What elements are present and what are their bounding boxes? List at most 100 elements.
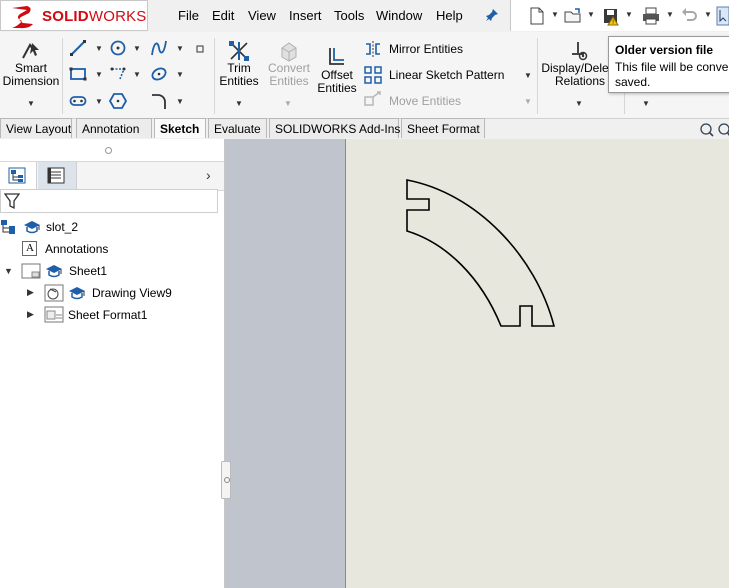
smart-dimension-button[interactable]: Smart Dimension	[2, 62, 60, 88]
slot-icon[interactable]	[69, 92, 87, 110]
quick-access-toolbar: ▼ ▼ ! ▼ ▼ ▼	[510, 0, 729, 31]
menu-tools[interactable]: Tools	[334, 8, 364, 23]
drawing-tree-icon	[1, 220, 15, 234]
move-entities-button: Move Entities	[389, 94, 462, 108]
chevron-right-icon[interactable]: ▶	[27, 309, 34, 320]
chevron-right-icon[interactable]: ›	[206, 167, 211, 183]
line-icon[interactable]	[69, 39, 87, 57]
chevron-down-icon[interactable]: ▼	[176, 97, 184, 106]
relations-icon[interactable]	[568, 40, 590, 62]
panel-splitter-handle[interactable]	[105, 147, 112, 154]
chevron-down-icon[interactable]: ▼	[95, 97, 103, 106]
chevron-down-icon[interactable]: ▼	[625, 10, 633, 19]
chevron-down-icon[interactable]: ▼	[704, 10, 712, 19]
fillet-icon[interactable]	[150, 92, 168, 110]
chevron-down-icon[interactable]: ▼	[587, 10, 595, 19]
linear-sketch-pattern-button[interactable]: Linear Sketch Pattern	[389, 68, 504, 82]
chevron-down-icon[interactable]: ▼	[666, 10, 674, 19]
drawing-view-status-icon	[69, 287, 85, 300]
command-manager-tabs: View Layout Annotation Sketch Evaluate S…	[0, 118, 729, 139]
tab-sheet-format[interactable]: Sheet Format	[401, 118, 485, 138]
older-version-tooltip: Older version file This file will be con…	[608, 36, 729, 93]
zoom-icon[interactable]	[698, 123, 729, 137]
trim-entities-button[interactable]: Trim Entities	[214, 62, 264, 88]
menu-file[interactable]: File	[178, 8, 199, 23]
chevron-down-icon[interactable]: ▼	[642, 99, 650, 108]
filter-icon[interactable]	[4, 193, 20, 210]
tab-view-layout[interactable]: View Layout	[0, 118, 72, 138]
graphics-area-background	[225, 139, 345, 588]
smart-dimension-icon[interactable]	[20, 40, 42, 62]
chevron-down-icon[interactable]: ▼	[176, 70, 184, 79]
chevron-down-icon[interactable]: ▼	[133, 44, 141, 53]
menu-insert[interactable]: Insert	[289, 8, 322, 23]
sheet-active-icon	[46, 265, 62, 278]
open-folder-icon[interactable]	[563, 6, 583, 26]
tree-sheet-format[interactable]: Sheet Format1	[68, 308, 147, 322]
tree-annotations[interactable]: Annotations	[45, 242, 108, 256]
tab-feature-tree[interactable]	[0, 162, 37, 189]
feature-tree-icon	[8, 167, 26, 184]
rectangle-icon[interactable]	[69, 65, 87, 83]
panel-collapse-handle[interactable]	[221, 461, 231, 499]
new-document-icon[interactable]	[527, 6, 547, 26]
tree-root[interactable]: slot_2	[46, 220, 78, 234]
filter-bar[interactable]	[0, 189, 218, 213]
solidworks-logo[interactable]: SOLIDWORKS	[0, 0, 148, 31]
select-icon[interactable]	[716, 6, 729, 26]
ellipse-icon[interactable]	[150, 65, 168, 83]
offset-entities-button[interactable]: Offset Entities	[313, 69, 361, 95]
tooltip-title: Older version file	[615, 43, 714, 57]
sheet-icon	[21, 263, 41, 279]
chevron-down-icon[interactable]: ▼	[551, 10, 559, 19]
undo-icon[interactable]	[679, 6, 699, 26]
menu-window[interactable]: Window	[376, 8, 422, 23]
print-icon[interactable]	[641, 6, 661, 26]
expand-triangle-icon[interactable]: ▼	[4, 266, 13, 276]
save-warning-icon[interactable]: !	[601, 6, 621, 26]
hexagon-icon[interactable]	[109, 92, 127, 110]
tab-sketch[interactable]: Sketch	[154, 118, 206, 138]
property-manager-icon	[47, 167, 65, 184]
mirror-entities-icon[interactable]	[364, 40, 382, 58]
chevron-right-icon[interactable]: ▶	[27, 287, 34, 298]
drawing-view-icon	[44, 284, 64, 302]
drawing-sheet[interactable]	[345, 123, 729, 588]
chevron-down-icon: ▼	[524, 97, 532, 106]
circle-icon[interactable]	[109, 39, 127, 57]
tab-property-manager[interactable]	[38, 162, 77, 189]
chevron-down-icon[interactable]: ▼	[95, 70, 103, 79]
chevron-down-icon[interactable]: ▼	[133, 70, 141, 79]
chevron-down-icon[interactable]: ▼	[95, 44, 103, 53]
menu-view[interactable]: View	[248, 8, 276, 23]
spline-icon[interactable]	[150, 39, 168, 57]
offset-entities-icon[interactable]	[326, 46, 348, 68]
polygon-arc-icon[interactable]	[109, 65, 127, 83]
mirror-entities-button[interactable]: Mirror Entities	[389, 42, 463, 56]
ribbon-divider	[537, 38, 538, 114]
convert-entities-button: Convert Entities	[267, 61, 311, 88]
convert-entities-icon	[281, 42, 297, 62]
tab-annotation[interactable]: Annotation	[76, 118, 152, 138]
tree-sheet[interactable]: Sheet1	[69, 264, 107, 278]
chevron-down-icon[interactable]: ▼	[235, 99, 243, 108]
tab-evaluate[interactable]: Evaluate	[208, 118, 267, 138]
chevron-down-icon[interactable]: ▼	[176, 44, 184, 53]
menu-help[interactable]: Help	[436, 8, 463, 23]
trim-entities-icon[interactable]	[228, 40, 250, 62]
menu-edit[interactable]: Edit	[212, 8, 234, 23]
chevron-down-icon[interactable]: ▼	[575, 99, 583, 108]
annotations-icon: A	[22, 241, 37, 256]
sketch-slot-profile[interactable]	[346, 139, 729, 588]
ds-logo-icon	[12, 6, 33, 29]
tooltip-body-line2: saved.	[615, 75, 651, 89]
point-icon[interactable]	[196, 45, 204, 53]
chevron-down-icon[interactable]: ▼	[524, 71, 532, 80]
chevron-down-icon[interactable]: ▼	[27, 99, 35, 108]
drawing-doc-icon	[24, 221, 40, 234]
linear-pattern-icon[interactable]	[364, 66, 382, 84]
tree-drawing-view[interactable]: Drawing View9	[92, 286, 172, 300]
pin-icon[interactable]	[485, 8, 499, 22]
move-entities-icon	[364, 91, 381, 106]
tab-solidworks-add-ins[interactable]: SOLIDWORKS Add-Ins	[269, 118, 400, 138]
